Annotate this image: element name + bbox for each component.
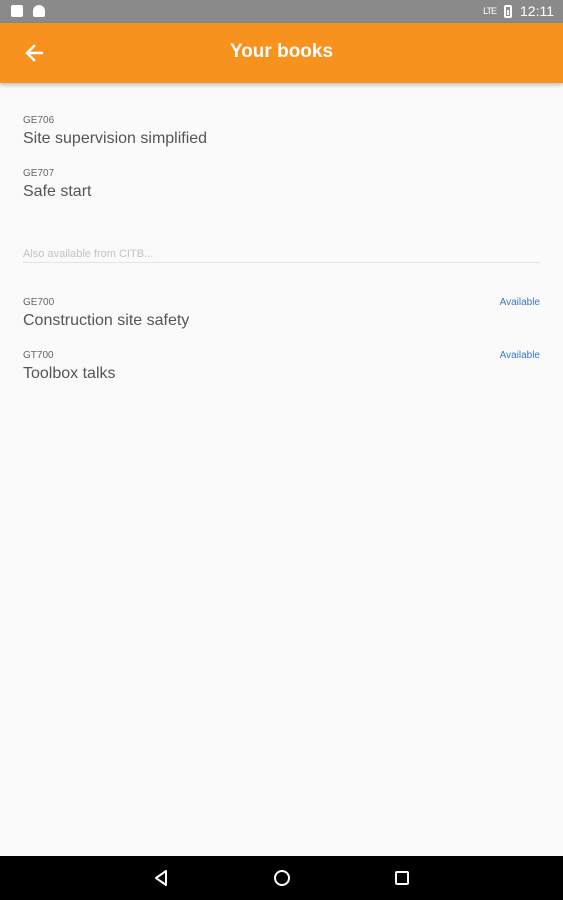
clock: 12:11 xyxy=(520,3,554,19)
book-title: Construction site safety xyxy=(23,312,190,329)
battery-icon xyxy=(504,4,512,18)
owned-book-item[interactable]: GE706 Site supervision simplified xyxy=(23,115,540,148)
home-circle-icon[interactable] xyxy=(272,868,292,888)
book-title: Toolbox talks xyxy=(23,365,116,382)
available-section-header: Also available from CITB... xyxy=(23,248,540,263)
available-book-item[interactable]: GT700 Toolbox talks Available xyxy=(23,350,540,383)
system-nav-bar xyxy=(0,856,563,900)
book-title: Safe start xyxy=(23,183,92,200)
availability-link[interactable]: Available xyxy=(500,350,540,361)
page-title: Your books xyxy=(229,41,334,62)
availability-link[interactable]: Available xyxy=(500,297,540,308)
android-icon xyxy=(33,5,45,17)
owned-book-item[interactable]: GE707 Safe start xyxy=(23,168,540,201)
book-code: GE707 xyxy=(23,168,55,179)
book-code: GE706 xyxy=(23,115,55,126)
back-triangle-icon[interactable] xyxy=(151,868,171,888)
network-label: LTE xyxy=(483,6,497,16)
book-code: GE700 xyxy=(23,297,55,308)
sd-card-icon xyxy=(11,5,23,17)
book-title: Site supervision simplified xyxy=(23,130,208,147)
signal-icon: LTE xyxy=(483,6,497,16)
available-book-item[interactable]: GE700 Construction site safety Available xyxy=(23,297,540,330)
recents-square-icon[interactable] xyxy=(392,868,412,888)
app-bar: Your books xyxy=(0,23,563,83)
status-bar: LTE 12:11 xyxy=(0,0,563,23)
book-code: GT700 xyxy=(23,350,54,361)
